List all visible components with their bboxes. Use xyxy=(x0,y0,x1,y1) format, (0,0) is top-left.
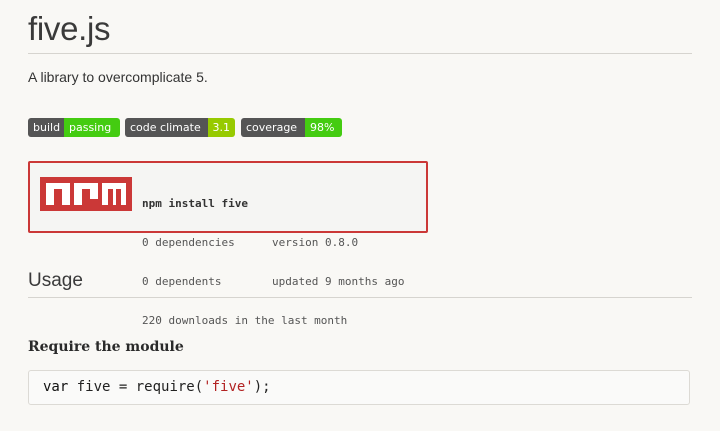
build-badge-label: build xyxy=(28,118,64,137)
code-block: var five = require('five'); xyxy=(28,370,690,405)
code-line: var five = require('five'); xyxy=(43,379,271,395)
coverage-badge[interactable]: coverage 98% xyxy=(241,118,342,137)
npm-version: version 0.8.0 xyxy=(272,236,359,249)
npm-updated: updated 9 months ago xyxy=(272,275,405,288)
project-description: A library to overcomplicate 5. xyxy=(28,69,208,85)
usage-divider xyxy=(28,297,692,298)
page-title: five.js xyxy=(28,10,111,47)
build-badge[interactable]: build passing xyxy=(28,118,120,137)
npm-downloads: 220 downloads in the last month xyxy=(142,314,348,327)
code-climate-badge-label: code climate xyxy=(125,118,208,137)
npm-info: npm install five 0 dependencies version … xyxy=(142,171,404,353)
code-climate-badge[interactable]: code climate 3.1 xyxy=(125,118,235,137)
npm-dependents: 0 dependents xyxy=(142,275,222,288)
code-climate-badge-value: 3.1 xyxy=(207,118,235,137)
npm-logo-icon xyxy=(40,177,132,211)
npm-dependencies: 0 dependencies xyxy=(142,236,235,249)
code-call: five = require( xyxy=(68,379,204,395)
code-end: ); xyxy=(253,379,271,395)
coverage-badge-label: coverage xyxy=(241,118,305,137)
title-divider xyxy=(28,53,692,54)
code-keyword: var xyxy=(43,379,69,395)
coverage-badge-value: 98% xyxy=(305,118,342,137)
usage-heading: Usage xyxy=(28,270,83,291)
build-badge-value: passing xyxy=(64,118,120,137)
code-string: 'five' xyxy=(203,379,254,395)
npm-install-command: npm install five xyxy=(142,197,248,210)
npm-package-card[interactable]: npm install five 0 dependencies version … xyxy=(28,161,428,327)
require-module-heading: Require the module xyxy=(28,339,184,355)
